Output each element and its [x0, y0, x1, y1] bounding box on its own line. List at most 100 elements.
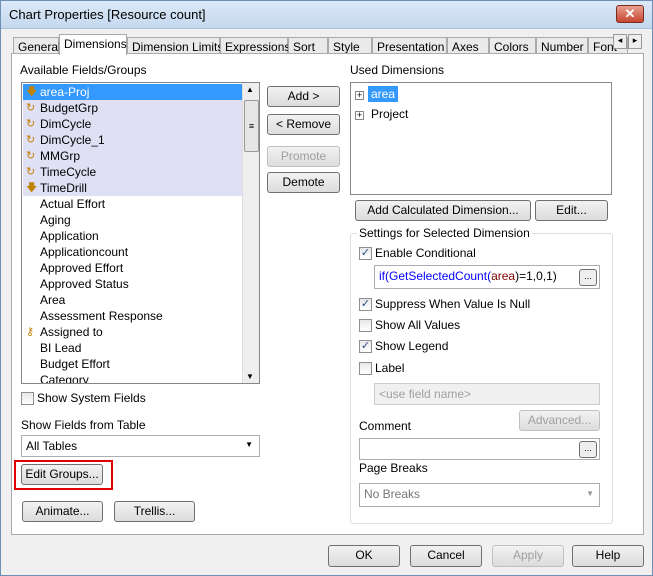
label-input[interactable]: <use field name>	[374, 383, 600, 405]
list-item-label: Approved Effort	[40, 261, 124, 275]
scroll-thumb[interactable]: ≡	[244, 100, 259, 152]
list-item[interactable]: ⚷ Assigned to	[23, 324, 242, 340]
tab-dimensions[interactable]: Dimensions	[59, 34, 127, 55]
expand-icon[interactable]: +	[355, 91, 364, 100]
scroll-down-icon[interactable]: ▼	[246, 372, 254, 381]
available-fields-list[interactable]: Category Budget Effort BI Lead ⚷ Assigned to…	[21, 82, 260, 384]
remove-button[interactable]: < Remove	[267, 114, 340, 135]
list-item[interactable]: Applicationcount	[23, 244, 242, 260]
list-item[interactable]: Aging	[23, 212, 242, 228]
list-item-label: MMGrp	[40, 149, 80, 163]
suppress-null-label: Suppress When Value Is Null	[375, 297, 531, 311]
show-all-values-label: Show All Values	[375, 318, 461, 332]
list-item-label: DimCycle_1	[40, 133, 105, 147]
list-item-label: TimeCycle	[40, 165, 97, 179]
cancel-button[interactable]: Cancel	[410, 545, 482, 567]
list-item[interactable]: Approved Effort	[23, 260, 242, 276]
used-dimension-item[interactable]: + area	[355, 86, 399, 102]
list-item[interactable]: Category	[23, 372, 242, 384]
list-item[interactable]: ↻ DimCycle	[23, 116, 242, 132]
tab-scroll-right-button[interactable]: ▸	[628, 34, 642, 49]
chart-properties-dialog: Chart Properties [Resource count] ✕ Gene…	[0, 0, 653, 576]
list-item-label: Area	[40, 293, 66, 307]
edit-groups-button[interactable]: Edit Groups...	[21, 464, 103, 485]
show-legend-checkbox[interactable]: ✓	[359, 340, 372, 353]
list-item-label: Assessment Response	[40, 309, 163, 323]
settings-legend: Settings for Selected Dimension	[357, 226, 532, 240]
apply-button[interactable]: Apply	[492, 545, 564, 567]
table-select-value: All Tables	[26, 439, 78, 453]
tab-scroll-left-button[interactable]: ◂	[613, 34, 627, 49]
edit-dimension-button[interactable]: Edit...	[535, 200, 608, 221]
condition-edit-button[interactable]: ...	[579, 269, 597, 286]
list-item-label: Budget Effort	[40, 357, 110, 371]
list-item[interactable]: ↻ MMGrp	[23, 148, 242, 164]
label-label: Label	[375, 361, 405, 375]
list-item[interactable]: Assessment Response	[23, 308, 242, 324]
trellis-button[interactable]: Trellis...	[114, 501, 195, 522]
show-legend-label: Show Legend	[375, 339, 449, 353]
add-calculated-dimension-button[interactable]: Add Calculated Dimension...	[355, 200, 531, 221]
list-item[interactable]: ↻ TimeCycle	[23, 164, 242, 180]
expr-part: )=1,0,1)	[515, 269, 557, 283]
demote-button[interactable]: Demote	[267, 172, 340, 193]
list-item[interactable]: 🡇 area-Proj	[23, 84, 242, 100]
list-item[interactable]: Budget Effort	[23, 356, 242, 372]
list-item[interactable]: BI Lead	[23, 340, 242, 356]
show-all-values-checkbox[interactable]	[359, 319, 372, 332]
expr-part: if(	[379, 269, 389, 283]
list-item[interactable]: Application	[23, 228, 242, 244]
table-select[interactable]: All Tables ▼	[21, 435, 260, 457]
used-dimensions-list[interactable]: + area + Project	[350, 82, 612, 195]
promote-button[interactable]: Promote	[267, 146, 340, 167]
available-fields-label: Available Fields/Groups	[20, 63, 147, 77]
list-item[interactable]: Actual Effort	[23, 196, 242, 212]
list-item-label: TimeDrill	[40, 181, 87, 195]
list-item[interactable]: Approved Status	[23, 276, 242, 292]
list-item-label: DimCycle	[40, 117, 92, 131]
comment-label: Comment	[359, 419, 412, 433]
list-item[interactable]: Area	[23, 292, 242, 308]
cyclic-group-icon: ↻	[26, 134, 36, 146]
label-checkbox[interactable]	[359, 362, 372, 375]
cyclic-group-icon: ↻	[26, 166, 36, 178]
used-dimension-label: area	[368, 86, 399, 102]
comment-edit-button[interactable]: ...	[579, 441, 597, 458]
close-button[interactable]: ✕	[616, 5, 644, 23]
cyclic-group-icon: ↻	[26, 118, 36, 130]
used-dimensions-label: Used Dimensions	[350, 63, 445, 77]
used-dimension-label: Project	[371, 107, 409, 121]
drill-group-icon: 🡇	[26, 182, 38, 194]
ok-button[interactable]: OK	[328, 545, 400, 567]
show-fields-from-label: Show Fields from Table	[21, 418, 146, 432]
key-icon: ⚷	[26, 326, 35, 338]
scrollbar[interactable]: ▲ ≡ ▼	[242, 83, 259, 383]
list-item-label: Approved Status	[40, 277, 129, 291]
expand-icon[interactable]: +	[355, 111, 364, 120]
scroll-up-icon[interactable]: ▲	[246, 85, 254, 94]
suppress-null-checkbox[interactable]: ✓	[359, 298, 372, 311]
used-dimension-item[interactable]: + Project	[355, 106, 411, 122]
list-item[interactable]: ↻ DimCycle_1	[23, 132, 242, 148]
enable-conditional-checkbox[interactable]: ✓	[359, 247, 372, 260]
drill-group-icon: 🡇	[26, 86, 38, 98]
list-item[interactable]: ↻ BudgetGrp	[23, 100, 242, 116]
list-item-label: Actual Effort	[40, 197, 106, 211]
list-item-label: area-Proj	[40, 85, 90, 99]
comment-input[interactable]	[359, 438, 600, 460]
list-item-label: Assigned to	[40, 325, 103, 339]
show-system-fields-checkbox[interactable]	[21, 392, 34, 405]
chevron-down-icon: ▼	[586, 489, 594, 498]
list-item[interactable]: 🡇 TimeDrill	[23, 180, 242, 196]
cyclic-group-icon: ↻	[26, 102, 36, 114]
dimensions-panel: Available Fields/Groups Category Budget E…	[11, 53, 644, 535]
condition-expression-field[interactable]: if(GetSelectedCount(area)=1,0,1)	[374, 265, 600, 289]
add-button[interactable]: Add >	[267, 86, 340, 107]
title-bar: Chart Properties [Resource count] ✕	[1, 1, 652, 29]
help-button[interactable]: Help	[572, 545, 644, 567]
animate-button[interactable]: Animate...	[22, 501, 103, 522]
page-breaks-select[interactable]: No Breaks ▼	[359, 483, 600, 507]
list-item-label: Aging	[40, 213, 71, 227]
advanced-button[interactable]: Advanced...	[519, 410, 600, 431]
list-item-label: Category	[40, 373, 89, 384]
